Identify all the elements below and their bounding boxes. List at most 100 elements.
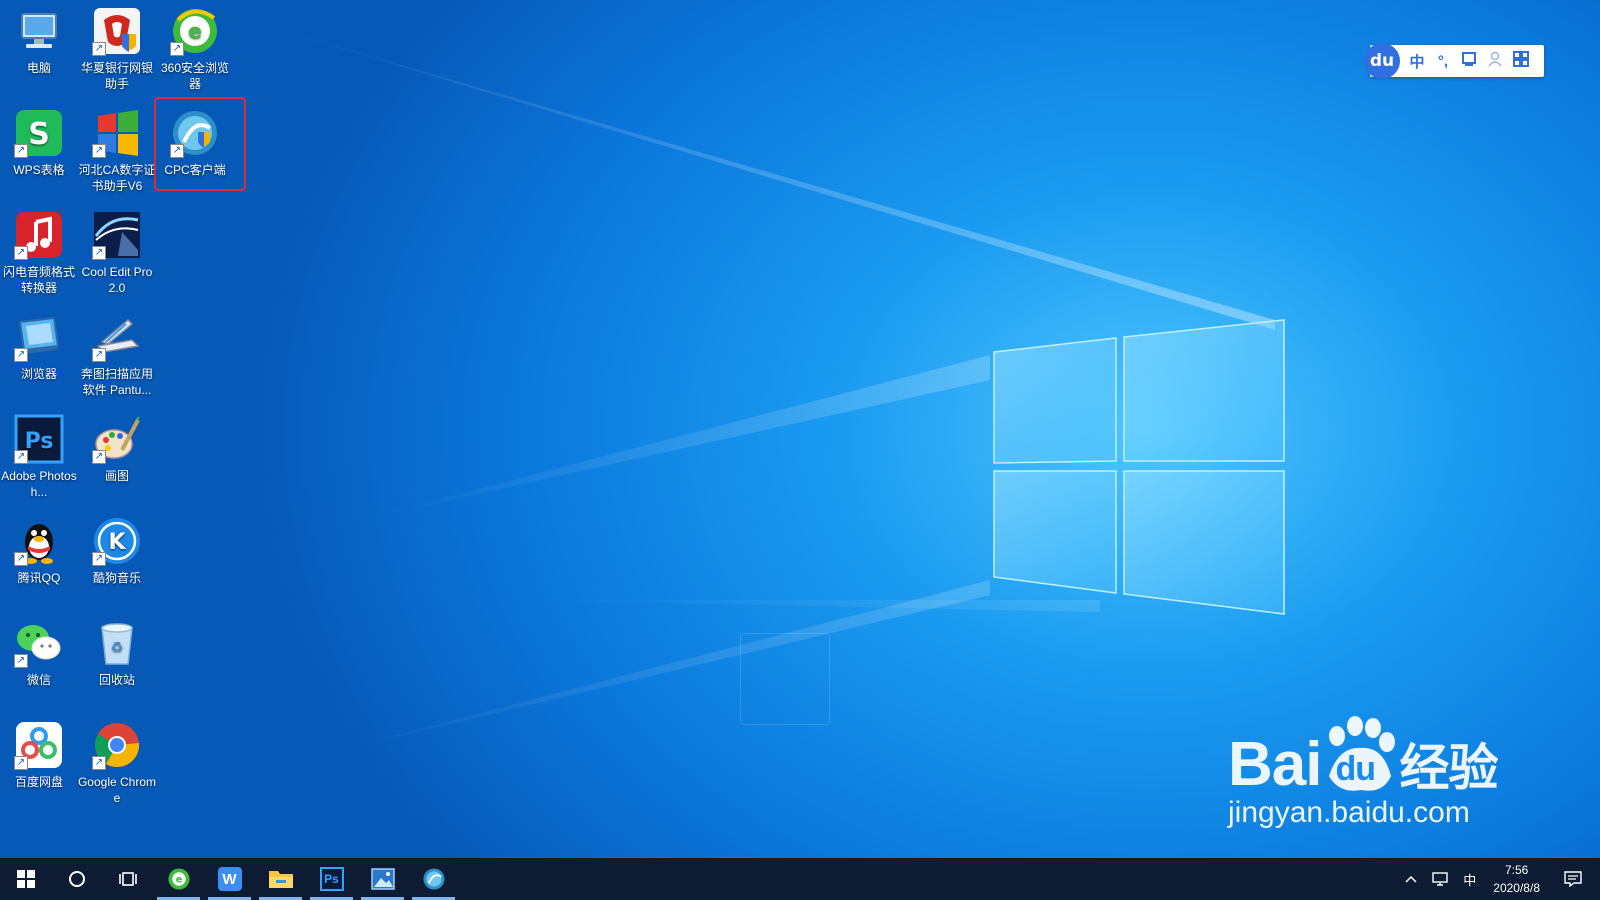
desktop-icon-label: Adobe Photosh...	[1, 469, 77, 499]
clock-date: 2020/8/8	[1493, 881, 1540, 895]
baidu-ime-logo[interactable]: du	[1364, 43, 1400, 79]
desktop-icon-wps[interactable]: S ↗ WPS表格	[0, 102, 78, 198]
ime-toolbar[interactable]: du 中 °,	[1364, 43, 1544, 79]
certificate-windows-icon: ↗	[92, 108, 142, 158]
watermark-du: du	[1335, 750, 1376, 788]
kugou-music-icon: K ↗	[92, 516, 142, 566]
desktop-icon-label: 画图	[104, 469, 129, 483]
user-icon[interactable]	[1482, 51, 1508, 71]
svg-text:♻: ♻	[111, 640, 124, 656]
shortcut-arrow-icon: ↗	[14, 450, 28, 464]
desktop-icon-label: 河北CA数字证书助手V6	[78, 163, 156, 193]
file-explorer-icon	[268, 871, 293, 888]
desktop-icon-pantum-scan[interactable]: ↗ 奔图扫描应用软件 Pantu...	[78, 306, 156, 402]
desktop-icon-audio-converter[interactable]: ↗ 闪电音频格式转换器	[0, 204, 78, 300]
watermark-suffix: 经验	[1399, 740, 1498, 796]
ime-punctuation-toggle[interactable]: °,	[1430, 53, 1456, 70]
baidu-jingyan-watermark: Bai du 经验 jingyan.baidu.com	[1228, 716, 1498, 830]
desktop-icon-label: Google Chrome	[77, 775, 157, 805]
desktop-icon-huaxia-bank[interactable]: ↗ 华夏银行网银助手	[78, 0, 156, 96]
keyboard-icon[interactable]	[1456, 51, 1482, 71]
chrome-icon: ↗	[92, 720, 142, 770]
photoshop-icon: Ps	[319, 867, 344, 891]
taskbar-app-photoshop[interactable]: Ps	[306, 858, 357, 900]
task-view-button[interactable]	[102, 858, 153, 900]
desktop-icon-kugou[interactable]: K ↗ 酷狗音乐	[78, 510, 156, 606]
shortcut-arrow-icon: ↗	[92, 246, 106, 260]
desktop-icon-label: 华夏银行网银助手	[80, 61, 153, 91]
windows-start-icon	[16, 870, 35, 888]
desktop-icon-label: 腾讯QQ	[17, 571, 61, 585]
svg-text:K: K	[108, 530, 126, 555]
start-button[interactable]	[0, 858, 51, 900]
watermark-url: jingyan.baidu.com	[1228, 796, 1470, 829]
shortcut-arrow-icon: ↗	[14, 246, 28, 260]
taskbar-app-file-explorer[interactable]	[255, 858, 306, 900]
cpc-client-icon	[422, 868, 445, 890]
desktop-icon-label: Cool Edit Pro 2.0	[81, 265, 153, 295]
shortcut-arrow-icon: ↗	[92, 348, 106, 362]
taskbar-app-wps-writer[interactable]: W	[204, 858, 255, 900]
desktop-icon-hebei-ca[interactable]: ↗ 河北CA数字证书助手V6	[78, 102, 156, 198]
browser-windows-icon: ↗	[14, 312, 64, 362]
desktop-icon-wechat[interactable]: ↗ 微信	[0, 612, 78, 708]
desktop-icon-baidu-netdisk[interactable]: ↗ 百度网盘	[0, 714, 78, 810]
taskbar-app-360-browser[interactable]: e	[153, 858, 204, 900]
system-tray: 中 7:56 2020/8/8	[1398, 858, 1600, 900]
shortcut-arrow-icon: ↗	[14, 654, 28, 668]
desktop-icon-chrome[interactable]: ↗ Google Chrome	[78, 714, 156, 810]
notification-center-icon[interactable]	[1550, 871, 1600, 887]
desktop-icon-label: 闪电音频格式转换器	[2, 265, 75, 295]
desktop-icon-label: 电脑	[26, 61, 51, 75]
selection-highlight	[154, 97, 246, 191]
svg-text:Ps: Ps	[25, 429, 54, 454]
scanner-icon: ↗	[92, 312, 142, 362]
desktop-icon-label: 回收站	[98, 673, 135, 687]
svg-text:e: e	[188, 19, 202, 43]
search-circle-icon	[68, 871, 85, 887]
search-button[interactable]	[51, 858, 102, 900]
clock-time: 7:56	[1504, 863, 1529, 877]
baidu-netdisk-icon: ↗	[14, 720, 64, 770]
chevron-up-icon[interactable]	[1398, 875, 1424, 883]
desktop-icon-label: 奔图扫描应用软件 Pantu...	[80, 367, 153, 397]
shortcut-arrow-icon: ↗	[170, 42, 184, 56]
browser-360-icon: e ↗	[170, 6, 220, 56]
shortcut-arrow-icon: ↗	[14, 348, 28, 362]
desktop-icon-360-browser[interactable]: e ↗ 360安全浏览器	[156, 0, 234, 96]
desktop-icon-label: 360安全浏览器	[160, 61, 230, 91]
desktop-icon-browser[interactable]: ↗ 浏览器	[0, 306, 78, 402]
task-view-icon	[118, 872, 137, 886]
network-icon[interactable]	[1424, 871, 1456, 887]
desktop-icon-label: 百度网盘	[14, 775, 63, 789]
shortcut-arrow-icon: ↗	[92, 450, 106, 464]
desktop-icon-computer[interactable]: 电脑	[0, 0, 78, 96]
clock[interactable]: 7:56 2020/8/8	[1483, 861, 1550, 897]
desktop-ghost-rect	[740, 633, 830, 725]
photos-icon	[370, 868, 395, 890]
input-language-indicator[interactable]: 中	[1456, 870, 1483, 889]
wps-spreadsheet-icon: S ↗	[14, 108, 64, 158]
ime-mode-toggle[interactable]: 中	[1404, 51, 1430, 72]
svg-text:e: e	[175, 874, 182, 885]
desktop-icon-paint[interactable]: ↗ 画图	[78, 408, 156, 504]
shortcut-arrow-icon: ↗	[14, 552, 28, 566]
wechat-icon: ↗	[14, 618, 64, 668]
windows-logo	[993, 319, 1285, 615]
desktop-icon-label: 微信	[26, 673, 51, 687]
music-note-icon: ↗	[14, 210, 64, 260]
desktop-icon-cool-edit[interactable]: ↗ Cool Edit Pro 2.0	[78, 204, 156, 300]
shortcut-arrow-icon: ↗	[92, 42, 106, 56]
taskbar-app-photos[interactable]	[357, 858, 408, 900]
paint-palette-icon: ↗	[92, 414, 142, 464]
desktop-icon-qq[interactable]: ↗ 腾讯QQ	[0, 510, 78, 606]
shortcut-arrow-icon: ↗	[92, 144, 106, 158]
shortcut-arrow-icon: ↗	[14, 144, 28, 158]
desktop-icon-photoshop[interactable]: Ps ↗ Adobe Photosh...	[0, 408, 78, 504]
cool-edit-icon: ↗	[92, 210, 142, 260]
watermark-brand: Bai	[1228, 730, 1322, 799]
grid-icon[interactable]	[1508, 51, 1534, 71]
bank-shield-icon: ↗	[92, 6, 142, 56]
desktop-icon-recycle-bin[interactable]: ♻ 回收站	[78, 612, 156, 708]
taskbar-app-cpc-client[interactable]	[408, 858, 459, 900]
